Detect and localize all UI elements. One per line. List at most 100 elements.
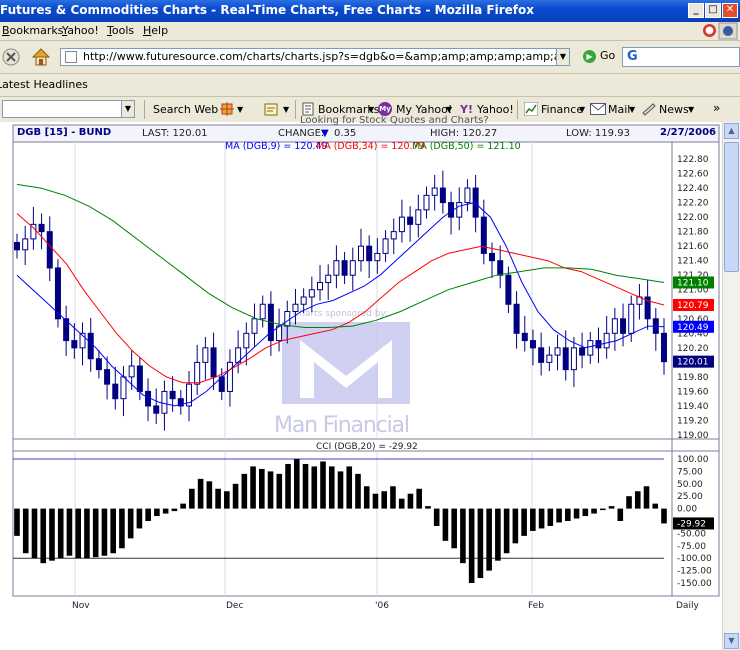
sponsor-teaser[interactable]: Looking for Stock Quotes and Charts? [300, 115, 489, 126]
cci-bar [101, 508, 108, 556]
price-bar-body [489, 252, 496, 262]
price-axis-tick-label: 122.60 [677, 170, 709, 180]
cci-bar [180, 503, 186, 509]
change-value: 0.35 [334, 128, 357, 139]
cci-bar [442, 508, 449, 541]
cci-bar [390, 486, 396, 509]
price-bar-body [210, 347, 217, 378]
cci-bar [626, 496, 632, 509]
cci-bar [495, 508, 501, 561]
price-bar-body [521, 332, 528, 342]
cci-bar [582, 508, 589, 517]
price-tag-label: 120.79 [677, 301, 709, 311]
price-bar-body [308, 289, 315, 298]
price-axis-tick-label: 121.60 [677, 242, 709, 252]
cci-bar [31, 508, 38, 559]
ma34-legend: MA (DGB,34) = 120.79 [316, 141, 425, 152]
cci-axis-tick-label: 50.00 [677, 480, 703, 490]
cci-bar [224, 491, 230, 509]
cci-bar [634, 491, 641, 509]
cci-axis-tick-label: 25.00 [677, 492, 703, 502]
price-tag-label: 121.10 [677, 278, 709, 288]
cci-bar [556, 508, 562, 523]
cci-axis-tick-label: -100.00 [677, 554, 712, 564]
price-bar-body [46, 231, 53, 269]
price-bar-body [120, 376, 127, 400]
cci-bar [57, 508, 64, 559]
cci-bar [293, 459, 300, 509]
scroll-up-icon[interactable]: ▲ [724, 123, 739, 139]
cci-bar [398, 498, 405, 509]
cci-bar [477, 508, 484, 579]
price-bar-body [292, 303, 299, 313]
cci-bar [75, 508, 82, 559]
price-bar-body [407, 216, 414, 225]
cci-bar [512, 508, 519, 544]
cci-bar [337, 471, 344, 509]
price-bar-body [480, 216, 487, 254]
watermark-brand-text: Man Financial [274, 413, 410, 438]
cci-bar [22, 508, 29, 554]
chart-symbol: DGB [15] - BUND [17, 127, 112, 138]
price-bar-body [22, 238, 29, 251]
price-bar-body [95, 358, 102, 371]
cci-bar [346, 466, 353, 509]
date-axis-tick-label: Dec [226, 601, 243, 611]
price-bar-body [497, 260, 504, 276]
price-bar-body [620, 318, 627, 334]
price-bar-body [153, 405, 160, 414]
price-bar-body [431, 187, 438, 196]
price-bar-body [284, 311, 291, 327]
cci-bar [206, 481, 213, 509]
price-tag-label: 120.49 [677, 323, 709, 333]
price-bar-body [628, 303, 635, 334]
price-bar-body [226, 361, 233, 392]
cci-bar [599, 508, 606, 511]
vertical-scrollbar[interactable]: ▲ ▼ [722, 122, 740, 650]
price-bar-body [374, 252, 381, 262]
cci-value-tag-label: -29.92 [677, 519, 706, 529]
cci-bar [171, 508, 178, 512]
cci-bar [285, 463, 291, 509]
price-bar-body [423, 194, 430, 211]
price-axis-tick-label: 122.20 [677, 199, 709, 209]
last-price: LAST: 120.01 [142, 128, 208, 139]
cci-bar [276, 473, 283, 509]
price-bar-body [505, 274, 512, 305]
price-bar-body [390, 231, 397, 240]
scroll-down-icon[interactable]: ▼ [724, 633, 739, 649]
cci-bar [652, 503, 659, 509]
price-axis-tick-label: 119.00 [677, 431, 709, 441]
cci-bar [154, 508, 160, 517]
cci-bar [14, 508, 20, 536]
cci-bar [127, 508, 134, 539]
cci-bar [215, 488, 221, 509]
price-bar-body [169, 390, 176, 400]
cci-bar [162, 508, 169, 514]
change-down-icon: ▼ [321, 128, 329, 139]
date-axis-tick-label: Nov [72, 601, 90, 611]
price-axis-tick-label: 119.40 [677, 402, 709, 412]
price-bar-body [587, 340, 594, 356]
price-bar-body [259, 303, 266, 320]
low-price: LOW: 119.93 [566, 128, 630, 139]
price-axis-tick-label: 119.80 [677, 373, 709, 383]
price-bar-body [415, 209, 422, 225]
cci-title: CCI (DGB,20) = -29.92 [316, 442, 418, 452]
cci-bar [250, 466, 256, 509]
cci-bar [573, 508, 580, 519]
cci-bar [451, 508, 457, 549]
price-bar-body [317, 281, 324, 291]
price-bar-body [300, 296, 307, 305]
price-bar-body [243, 332, 250, 349]
cci-bar [197, 478, 204, 509]
date-axis-tick-label: Daily [676, 601, 699, 611]
price-axis-tick-label: 119.60 [677, 387, 709, 397]
cci-bar [145, 508, 151, 521]
cci-bar [565, 508, 571, 521]
cci-bar [355, 473, 361, 509]
scroll-thumb[interactable] [724, 142, 739, 272]
cci-bar [486, 508, 492, 571]
cci-axis-tick-label: -150.00 [677, 579, 712, 589]
price-bar-body [357, 245, 364, 262]
